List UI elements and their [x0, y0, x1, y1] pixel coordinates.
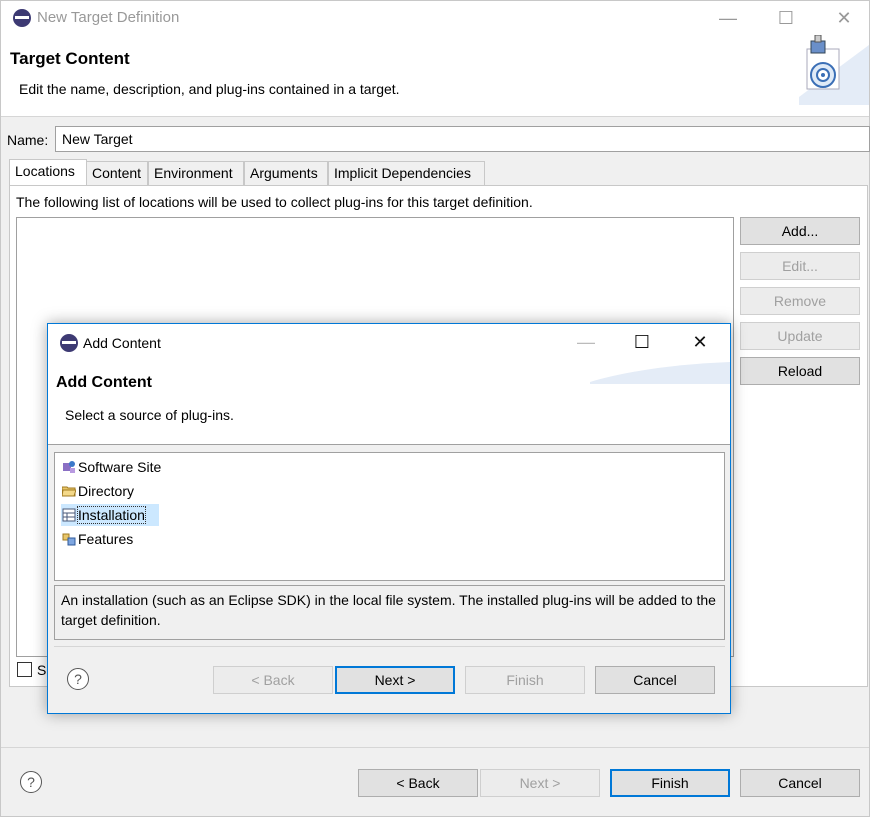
tab-content[interactable]: Content: [86, 161, 148, 185]
target-name-input[interactable]: [55, 126, 870, 152]
wizard-title: Target Content: [10, 49, 130, 68]
dialog-window-title: Add Content: [83, 335, 161, 351]
window-titlebar: New Target Definition — ☐ ✕: [1, 1, 869, 35]
update-location-button[interactable]: Update: [740, 322, 860, 350]
reload-location-button[interactable]: Reload: [740, 357, 860, 385]
window-title: New Target Definition: [37, 9, 180, 26]
dialog-finish-button[interactable]: Finish: [465, 666, 585, 694]
tab-implicit-dependencies[interactable]: Implicit Dependencies: [328, 161, 485, 185]
dialog-minimize-button[interactable]: —: [563, 329, 609, 355]
tab-environment[interactable]: Environment: [148, 161, 244, 185]
source-list: Software Site Directory Installation Fea…: [54, 452, 725, 581]
remove-location-button[interactable]: Remove: [740, 287, 860, 315]
installation-icon: [62, 508, 76, 522]
list-item-directory[interactable]: Directory: [61, 480, 134, 502]
next-button[interactable]: Next >: [480, 769, 600, 797]
dialog-help-icon[interactable]: ?: [67, 668, 89, 690]
dialog-back-button[interactable]: < Back: [213, 666, 333, 694]
list-item-installation[interactable]: Installation: [61, 504, 159, 526]
dialog-close-button[interactable]: ✕: [677, 329, 723, 355]
dialog-cancel-button[interactable]: Cancel: [595, 666, 715, 694]
dialog-description: Select a source of plug-ins.: [65, 407, 234, 423]
wizard-header: Target Content Edit the name, descriptio…: [1, 35, 869, 117]
features-icon: [62, 533, 76, 546]
target-wizard-banner-icon: [799, 35, 869, 105]
footer-separator: [1, 747, 869, 748]
cancel-button[interactable]: Cancel: [740, 769, 860, 797]
dialog-header: Add Content Select a source of plug-ins.: [48, 360, 730, 445]
dialog-footer-separator: [54, 646, 725, 647]
name-label: Name:: [7, 132, 49, 148]
dialog-maximize-button[interactable]: ☐: [619, 329, 665, 355]
tab-arguments[interactable]: Arguments: [244, 161, 328, 185]
list-item-software-site[interactable]: Software Site: [61, 456, 161, 478]
source-description: An installation (such as an Eclipse SDK)…: [54, 585, 725, 640]
help-icon[interactable]: ?: [20, 771, 42, 793]
software-site-icon: [63, 461, 75, 473]
eclipse-app-icon: [60, 334, 78, 352]
folder-icon: [62, 486, 76, 497]
list-item-label: Installation: [77, 506, 146, 524]
add-location-button[interactable]: Add...: [740, 217, 860, 245]
back-button[interactable]: < Back: [358, 769, 478, 797]
dialog-next-button[interactable]: Next >: [335, 666, 455, 694]
dialog-titlebar: Add Content — ☐ ✕: [48, 324, 730, 360]
wizard-description: Edit the name, description, and plug-ins…: [19, 81, 400, 97]
maximize-button[interactable]: ☐: [763, 5, 809, 31]
show-content-checkbox[interactable]: [17, 662, 32, 677]
finish-button[interactable]: Finish: [610, 769, 730, 797]
dialog-banner-swoosh: [590, 362, 730, 384]
list-item-label: Features: [78, 531, 134, 547]
dialog-title: Add Content: [56, 374, 152, 391]
add-content-dialog: Add Content — ☐ ✕ Add Content Select a s…: [47, 323, 731, 714]
locations-description: The following list of locations will be …: [16, 194, 533, 210]
list-item-label: Software Site: [78, 459, 162, 475]
list-item-label: Directory: [78, 483, 135, 499]
tab-locations[interactable]: Locations: [9, 159, 87, 186]
minimize-button[interactable]: —: [705, 5, 751, 31]
list-item-features[interactable]: Features: [61, 528, 133, 550]
close-button[interactable]: ✕: [821, 5, 867, 31]
eclipse-app-icon: [13, 9, 31, 27]
edit-location-button[interactable]: Edit...: [740, 252, 860, 280]
